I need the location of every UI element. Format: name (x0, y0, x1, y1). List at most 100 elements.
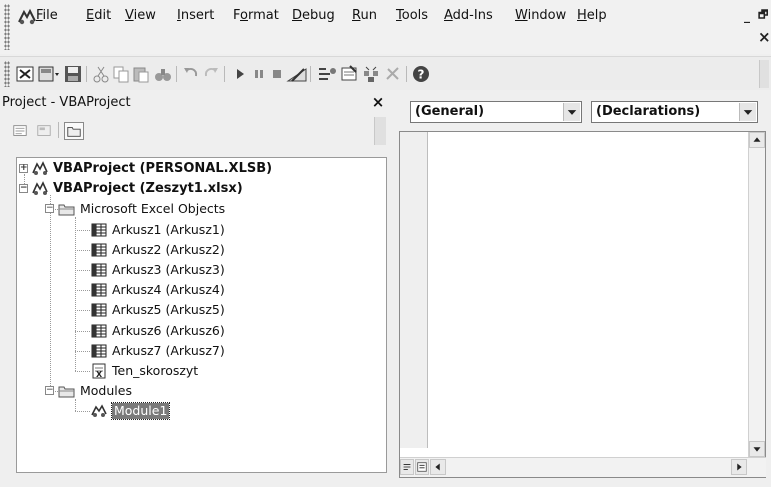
scroll-down-icon[interactable] (749, 441, 765, 457)
undo-icon[interactable] (182, 65, 200, 83)
menu-accelerator-key: W (515, 8, 528, 23)
scroll-right-icon[interactable] (731, 459, 747, 475)
tree-node-label[interactable]: Arkusz2 (Arkusz2) (112, 240, 225, 260)
menu-file[interactable]: File (36, 8, 58, 23)
project-toolbar-options-button[interactable] (374, 117, 386, 145)
vba-app-icon[interactable] (16, 8, 38, 26)
horizontal-scrollbar[interactable] (400, 457, 766, 477)
tree-node-label[interactable]: VBAProject (Zeszyt1.xlsx) (53, 179, 243, 199)
menu-add-ins[interactable]: Add-Ins (444, 8, 493, 23)
view-excel-icon[interactable] (16, 65, 34, 83)
tree-node-label[interactable]: Arkusz3 (Arkusz3) (112, 260, 225, 280)
save-icon[interactable] (64, 65, 82, 83)
menu-label-suffix: ebug (302, 8, 335, 23)
run-icon[interactable] (232, 65, 250, 83)
menu-accelerator-key: H (577, 8, 587, 23)
tree-node[interactable]: Arkusz5 (Arkusz5) (17, 300, 386, 320)
menu-run[interactable]: Run (352, 8, 377, 23)
toggle-folders-icon[interactable] (64, 122, 84, 140)
tree-node[interactable]: + VBAProject (PERSONAL.XLSB) (17, 159, 386, 179)
view-object-icon[interactable] (34, 122, 54, 140)
toolbar-grip[interactable] (4, 61, 10, 87)
break-icon[interactable] (250, 65, 268, 83)
reset-icon[interactable] (268, 65, 286, 83)
tree-node-label[interactable]: Arkusz5 (Arkusz5) (112, 300, 225, 320)
tree-node[interactable]: X Ten_skoroszyt (17, 361, 386, 381)
tree-node[interactable]: Module1 (17, 401, 386, 421)
svg-text:?: ? (418, 68, 425, 82)
properties-icon[interactable] (340, 65, 358, 83)
vertical-scrollbar[interactable] (748, 132, 765, 457)
toolbar-separator (58, 122, 59, 138)
tree-node-label[interactable]: Ten_skoroszyt (112, 361, 198, 381)
tree-node-label[interactable]: Microsoft Excel Objects (80, 199, 225, 219)
sheet-icon (90, 242, 108, 258)
tree-node-label[interactable]: Arkusz6 (Arkusz6) (112, 321, 225, 341)
full-module-view-icon[interactable] (415, 459, 429, 475)
menu-window[interactable]: Window (515, 8, 566, 23)
tree-node[interactable]: Arkusz2 (Arkusz2) (17, 240, 386, 260)
expand-icon[interactable]: + (19, 164, 28, 173)
sheet-icon (90, 262, 108, 278)
find-icon[interactable] (154, 65, 172, 83)
code-window: (General) (Declarations) (399, 93, 766, 480)
toolbar-options-button[interactable] (759, 60, 769, 88)
insert-module-icon[interactable] (38, 65, 60, 83)
paste-icon[interactable] (132, 65, 150, 83)
collapse-icon[interactable]: − (45, 386, 54, 396)
tree-node[interactable]: − Microsoft Excel Objects (17, 199, 386, 219)
minimize-button[interactable]: _ (744, 9, 750, 23)
restore-button[interactable]: 🗗 (758, 6, 768, 25)
menu-format[interactable]: Format (233, 8, 279, 23)
code-editor[interactable] (399, 131, 766, 478)
project-pane-title: Project - VBAProject (2, 95, 131, 110)
close-window-button[interactable]: × (758, 28, 771, 46)
tree-node-label[interactable]: Arkusz4 (Arkusz4) (112, 280, 225, 300)
tree-node-label[interactable]: Arkusz7 (Arkusz7) (112, 341, 225, 361)
margin-indicator-bar[interactable] (400, 132, 428, 448)
tree-node[interactable]: − Modules (17, 381, 386, 401)
copy-icon[interactable] (112, 65, 130, 83)
scroll-left-icon[interactable] (430, 459, 446, 475)
toolbar-separator (310, 66, 311, 82)
project-pane-close-button[interactable]: × (369, 93, 387, 111)
tree-node-label[interactable]: Modules (80, 381, 132, 401)
tree-node[interactable]: Arkusz6 (Arkusz6) (17, 321, 386, 341)
menu-edit[interactable]: Edit (86, 8, 111, 23)
chevron-down-icon[interactable] (563, 103, 580, 121)
toolbar-separator (406, 66, 407, 82)
menu-accelerator-key: o (240, 8, 248, 23)
scroll-up-icon[interactable] (749, 132, 765, 148)
tree-node[interactable]: Arkusz4 (Arkusz4) (17, 280, 386, 300)
redo-icon[interactable] (202, 65, 220, 83)
tree-node[interactable]: Arkusz7 (Arkusz7) (17, 341, 386, 361)
cut-icon[interactable] (92, 65, 110, 83)
tree-node[interactable]: Arkusz3 (Arkusz3) (17, 260, 386, 280)
menu-label-suffix: ools (401, 8, 429, 23)
toolbox-icon[interactable] (384, 65, 402, 83)
tree-node-label[interactable]: Module1 (110, 402, 171, 421)
menu-debug[interactable]: Debug (292, 8, 335, 23)
sheet-icon (90, 302, 108, 318)
menu-view[interactable]: View (125, 8, 156, 23)
design-mode-icon[interactable] (286, 65, 308, 83)
collapse-icon[interactable]: − (45, 204, 54, 214)
view-code-icon[interactable] (10, 122, 30, 140)
menu-insert[interactable]: Insert (177, 8, 214, 23)
project-explorer-icon[interactable] (316, 65, 338, 83)
menu-tools[interactable]: Tools (396, 8, 428, 23)
folder-icon (58, 201, 76, 217)
menubar-grip[interactable] (4, 4, 10, 50)
help-icon[interactable]: ? (412, 65, 430, 83)
tree-node-label[interactable]: VBAProject (PERSONAL.XLSB) (53, 159, 272, 179)
procedure-combo[interactable]: (Declarations) (591, 101, 758, 123)
chevron-down-icon[interactable] (739, 103, 756, 121)
collapse-icon[interactable]: − (19, 184, 28, 194)
tree-node[interactable]: Arkusz1 (Arkusz1) (17, 220, 386, 240)
object-browser-icon[interactable] (362, 65, 380, 83)
menu-help[interactable]: Help (577, 8, 607, 23)
object-combo[interactable]: (General) (410, 101, 582, 123)
tree-node[interactable]: − VBAProject (Zeszyt1.xlsx) (17, 179, 386, 199)
procedure-view-icon[interactable] (400, 459, 414, 475)
tree-node-label[interactable]: Arkusz1 (Arkusz1) (112, 220, 225, 240)
